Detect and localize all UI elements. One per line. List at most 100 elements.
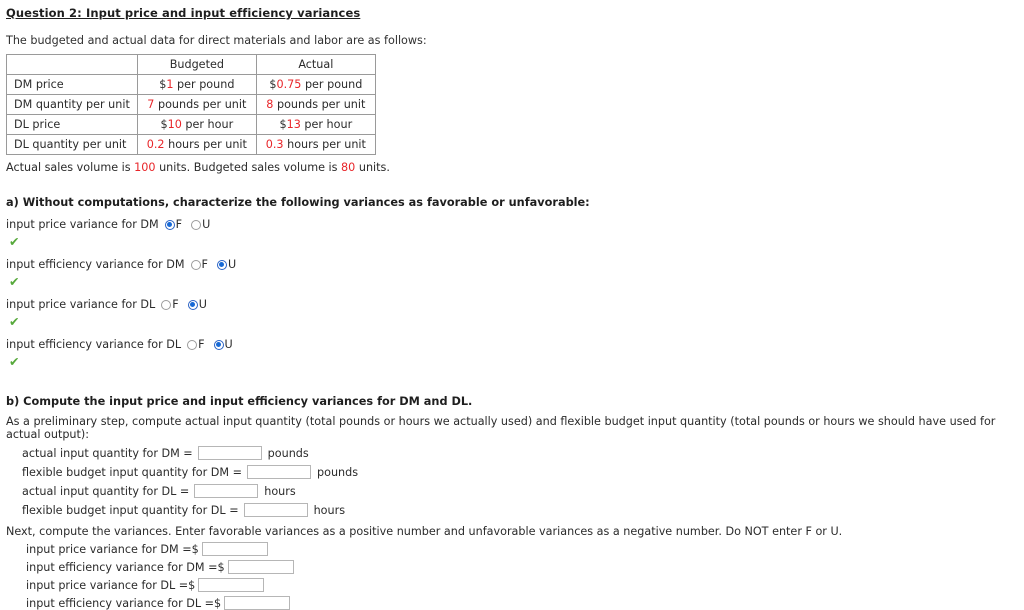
radio-f-2[interactable]	[190, 259, 201, 270]
cell-suffix: per pound	[173, 78, 235, 91]
variance-choice-label: input price variance for DM	[6, 218, 159, 231]
variance-choice-label: input efficiency variance for DL	[6, 338, 182, 351]
cell-number: 10	[167, 118, 182, 131]
radio-label-u[interactable]: U	[199, 298, 207, 311]
quantity-input-3[interactable]	[194, 484, 259, 498]
table-cell-label: DM quantity per unit	[6, 94, 138, 115]
variance-field-label: input price variance for DM =	[26, 542, 192, 556]
variance-input-2[interactable]	[227, 560, 294, 574]
cell-suffix: per hour	[181, 118, 234, 131]
budget-actual-table: Budgeted Actual DM price $1 per pound $0.7…	[6, 54, 376, 155]
intro-text: The budgeted and actual data for direct …	[6, 34, 427, 47]
table-row: DL quantity per unit 0.2 hours per unit 0.…	[6, 134, 376, 155]
table-cell-budgeted: 7 pounds per unit	[136, 94, 257, 115]
table-cell-budgeted: $1 per pound	[136, 74, 257, 95]
table-header-blank	[6, 54, 138, 75]
quantity-input-4[interactable]	[243, 503, 308, 517]
cell-prefix: $	[279, 118, 287, 131]
correct-check-icon: ✔	[9, 234, 20, 249]
variance-input-3[interactable]	[198, 578, 265, 592]
correct-check-icon: ✔	[9, 274, 20, 289]
quantity-field-row: flexible budget input quantity for DL = h…	[22, 503, 1024, 517]
currency-symbol: $	[214, 596, 222, 610]
cell-number: 0.2	[146, 138, 165, 151]
quantity-field-unit: hours	[313, 503, 346, 517]
radio-f-4[interactable]	[187, 339, 198, 350]
radio-u-3[interactable]	[187, 299, 198, 310]
radio-label-f[interactable]: F	[198, 338, 204, 351]
volume-text-3: units.	[355, 161, 390, 174]
budgeted-sales-volume-value: 80	[341, 161, 356, 174]
currency-symbol: $	[217, 560, 225, 574]
radio-label-u[interactable]: U	[228, 258, 236, 271]
table-cell-actual: 0.3 hours per unit	[255, 134, 376, 155]
correct-check-icon: ✔	[9, 354, 20, 369]
part-a-heading: a) Without computations, characterize th…	[6, 196, 590, 209]
variance-choice-row: input efficiency variance for DL F U	[6, 338, 1024, 351]
radio-u-1[interactable]	[191, 219, 202, 230]
cell-number: 1	[166, 78, 174, 91]
currency-symbol: $	[188, 578, 196, 592]
cell-number: 0.3	[265, 138, 284, 151]
radio-label-f[interactable]: F	[202, 258, 208, 271]
sales-volume-line: Actual sales volume is 100 units. Budget…	[6, 161, 1024, 174]
variance-choice-label: input efficiency variance for DM	[6, 258, 185, 271]
part-b-prelim-text: As a preliminary step, compute actual in…	[6, 415, 996, 441]
variance-field-label: input price variance for DL =	[26, 578, 189, 592]
radio-label-f[interactable]: F	[176, 218, 182, 231]
variance-choice-row: input efficiency variance for DM F U	[6, 258, 1024, 271]
part-a-items: input price variance for DM F U ✔ input effi…	[6, 218, 1024, 369]
variance-field-row: input price variance for DM = $	[26, 542, 1024, 556]
radio-f-3[interactable]	[161, 299, 172, 310]
radio-u-4[interactable]	[213, 339, 224, 350]
page-title: Question 2: Input price and input effici…	[6, 6, 361, 20]
table-cell-label: DL quantity per unit	[6, 134, 138, 155]
variance-field-row: input price variance for DL = $	[26, 578, 1024, 592]
table-header-actual: Actual	[255, 54, 376, 75]
quantity-field-unit: pounds	[267, 446, 309, 460]
variance-choice-row: input price variance for DL F U	[6, 298, 1024, 311]
table-cell-label: DM price	[6, 74, 138, 95]
variance-choice-row: input price variance for DM F U	[6, 218, 1024, 231]
quantity-field-label: flexible budget input quantity for DL =	[22, 503, 239, 517]
volume-text-1: Actual sales volume is	[6, 161, 135, 174]
variance-input-1[interactable]	[201, 542, 268, 556]
quantity-fields-group: actual input quantity for DM = pounds flex…	[6, 446, 1024, 517]
table-cell-budgeted: $10 per hour	[136, 114, 257, 135]
quantity-input-2[interactable]	[247, 465, 311, 479]
table-cell-actual: $0.75 per pound	[255, 74, 376, 95]
quantity-field-label: actual input quantity for DM =	[22, 446, 193, 460]
quantity-field-row: actual input quantity for DL = hours	[22, 484, 1024, 498]
variance-choice-label: input price variance for DL	[6, 298, 156, 311]
quantity-field-unit: pounds	[317, 465, 359, 479]
volume-text-2: units. Budgeted sales volume is	[155, 161, 342, 174]
table-cell-actual: $13 per hour	[255, 114, 376, 135]
table-header-row: Budgeted Actual	[6, 54, 376, 75]
table-row: DM price $1 per pound $0.75 per pound	[6, 74, 376, 95]
quantity-input-1[interactable]	[197, 446, 262, 460]
question-page: Question 2: Input price and input effici…	[0, 0, 1024, 610]
table-cell-budgeted: 0.2 hours per unit	[136, 134, 257, 155]
table-row: DL price $10 per hour $13 per hour	[6, 114, 376, 135]
cell-suffix: pounds per unit	[154, 98, 247, 111]
radio-f-1[interactable]	[164, 219, 175, 230]
radio-u-2[interactable]	[216, 259, 227, 270]
currency-symbol: $	[191, 542, 199, 556]
radio-label-f[interactable]: F	[172, 298, 178, 311]
quantity-field-unit: hours	[264, 484, 296, 498]
cell-suffix: pounds per unit	[273, 98, 366, 111]
radio-label-u[interactable]: U	[202, 218, 210, 231]
actual-sales-volume-value: 100	[134, 161, 156, 174]
quantity-field-row: actual input quantity for DM = pounds	[22, 446, 1024, 460]
cell-number: 0.75	[276, 78, 302, 91]
cell-suffix: per pound	[301, 78, 363, 91]
variance-field-row: input efficiency variance for DL = $	[26, 596, 1024, 610]
table-cell-label: DL price	[6, 114, 138, 135]
variance-input-4[interactable]	[224, 596, 291, 610]
table-row: DM quantity per unit 7 pounds per unit 8 p…	[6, 94, 376, 115]
part-b-next-text: Next, compute the variances. Enter favor…	[6, 525, 843, 538]
radio-label-u[interactable]: U	[225, 338, 233, 351]
variance-field-label: input efficiency variance for DL =	[26, 596, 215, 610]
variance-fields-group: input price variance for DM = $ input effi…	[6, 542, 1024, 610]
variance-field-row: input efficiency variance for DM = $	[26, 560, 1024, 574]
